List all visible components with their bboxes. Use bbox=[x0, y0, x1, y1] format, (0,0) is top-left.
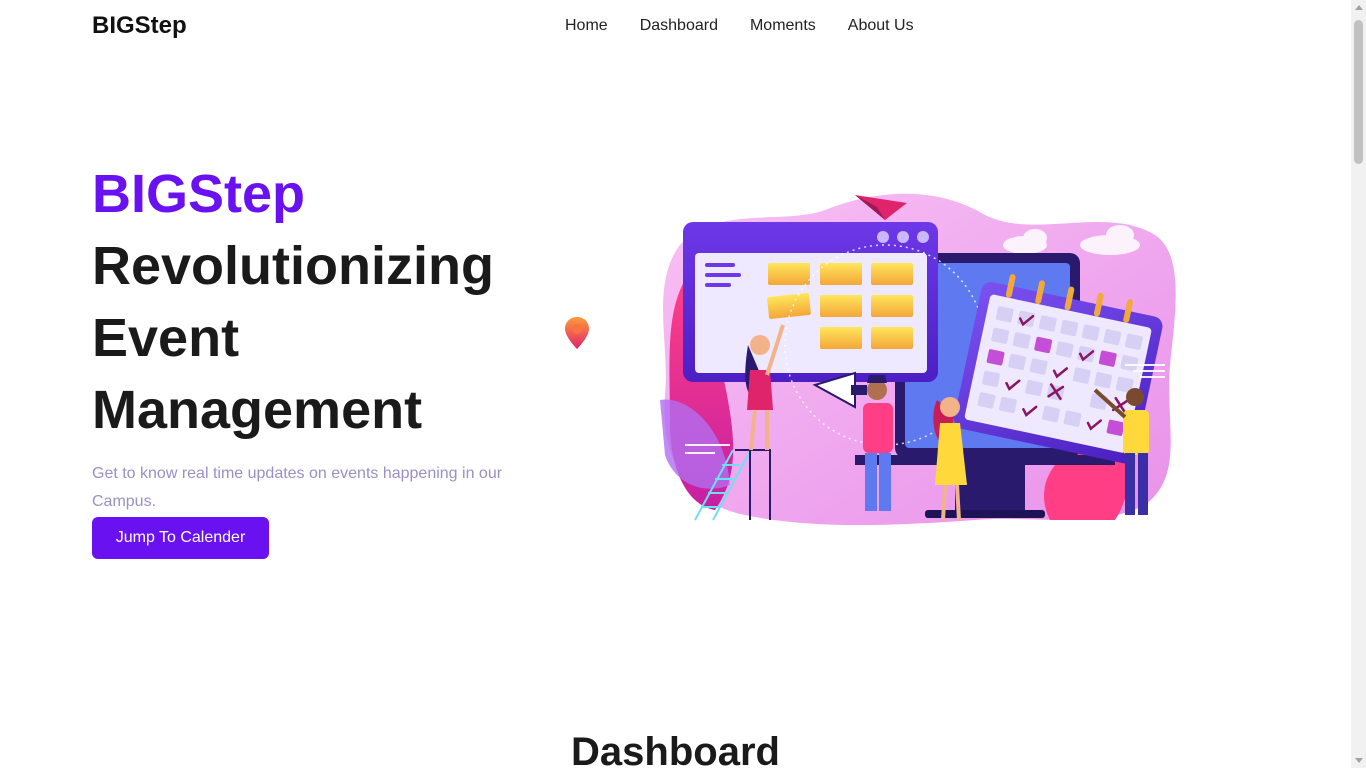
jump-to-calendar-button[interactable]: Jump To Calender bbox=[92, 517, 269, 559]
page-scrollbar[interactable] bbox=[1351, 0, 1366, 768]
hero-title: BIGStep Revolutionizing Event Management bbox=[92, 158, 552, 446]
brand-logo[interactable]: BIGStep bbox=[92, 12, 187, 40]
hero-title-line-1: Revolutionizing bbox=[92, 236, 494, 296]
page: BIGStep Home Dashboard Moments About Us … bbox=[0, 0, 1351, 768]
hero-title-line-3: Management bbox=[92, 380, 423, 440]
scroll-down-icon[interactable] bbox=[1355, 758, 1363, 763]
nav-home[interactable]: Home bbox=[565, 16, 608, 36]
hero-title-accent: BIGStep bbox=[92, 164, 306, 224]
dashboard-section-title: Dashboard bbox=[571, 730, 780, 768]
scroll-thumb[interactable] bbox=[1354, 20, 1363, 164]
hero-title-line-2: Event bbox=[92, 308, 240, 368]
scroll-up-icon[interactable] bbox=[1355, 5, 1363, 10]
hero-subtitle: Get to know real time updates on events … bbox=[92, 465, 503, 510]
nav-about-us[interactable]: About Us bbox=[848, 16, 914, 36]
main-nav: Home Dashboard Moments About Us bbox=[565, 16, 946, 36]
event-calendar-illustration bbox=[660, 193, 1176, 525]
nav-dashboard[interactable]: Dashboard bbox=[640, 16, 718, 36]
location-pin-icon bbox=[565, 317, 589, 349]
nav-moments[interactable]: Moments bbox=[750, 16, 816, 36]
